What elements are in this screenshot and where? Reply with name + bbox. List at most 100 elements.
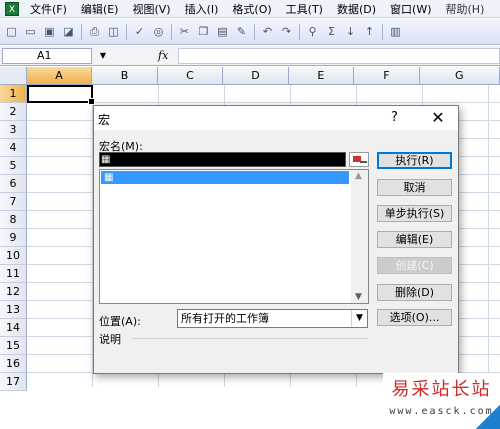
- scroll-up-icon[interactable]: ▲: [355, 171, 362, 181]
- row-header[interactable]: 4: [0, 139, 27, 157]
- menu-help[interactable]: 帮助(H): [439, 1, 492, 17]
- options-button[interactable]: 选项(O)...: [377, 309, 452, 326]
- cancel-button[interactable]: 取消: [377, 179, 452, 196]
- select-all-corner[interactable]: [0, 67, 27, 85]
- macro-list[interactable]: ▦ ▲ ▼: [99, 169, 369, 304]
- help-icon[interactable]: ?: [391, 110, 398, 125]
- hyperlink-icon[interactable]: ⚲: [304, 23, 321, 40]
- paste-icon[interactable]: ▤: [214, 23, 231, 40]
- sort-descending-icon[interactable]: ↑: [361, 23, 378, 40]
- row-header[interactable]: 15: [0, 337, 27, 355]
- menu-insert[interactable]: 插入(I): [178, 1, 226, 17]
- row-header[interactable]: 7: [0, 193, 27, 211]
- watermark-corner-accent: [468, 400, 500, 429]
- open-folder-icon[interactable]: ▭: [22, 23, 39, 40]
- active-cell-a1[interactable]: [27, 85, 95, 105]
- column-headers: A B C D E F G: [0, 67, 500, 85]
- row-header[interactable]: 13: [0, 301, 27, 319]
- row-header[interactable]: 8: [0, 211, 27, 229]
- column-header-e[interactable]: E: [288, 67, 355, 85]
- insert-function-icon[interactable]: fx: [158, 49, 168, 62]
- row-header[interactable]: 5: [0, 157, 27, 175]
- formula-input[interactable]: [178, 47, 500, 64]
- name-box[interactable]: A1: [2, 47, 92, 64]
- save-icon[interactable]: ▣: [41, 23, 58, 40]
- description-divider: [132, 338, 368, 339]
- excel-app-icon[interactable]: X: [5, 1, 19, 16]
- copy-icon[interactable]: ❐: [195, 23, 212, 40]
- menu-tools[interactable]: 工具(T): [279, 1, 330, 17]
- row-headers: 1 2 3 4 5 6 7 8 9 10 11 12 13 14 15 16 1…: [0, 85, 27, 391]
- spelling-icon[interactable]: ✓: [131, 23, 148, 40]
- toolbar-separator: [254, 23, 255, 40]
- row-header[interactable]: 1: [0, 85, 27, 103]
- row-header[interactable]: 9: [0, 229, 27, 247]
- menu-window[interactable]: 窗口(W): [383, 1, 438, 17]
- list-item[interactable]: ▦: [101, 171, 349, 184]
- close-icon[interactable]: ✕: [428, 108, 448, 127]
- create-button[interactable]: 创建(C): [377, 257, 452, 274]
- row-header[interactable]: 2: [0, 103, 27, 121]
- toolbar-separator: [81, 23, 82, 40]
- menu-edit[interactable]: 编辑(E): [74, 1, 126, 17]
- new-document-icon[interactable]: □: [3, 23, 20, 40]
- list-scrollbar[interactable]: ▲ ▼: [351, 170, 368, 303]
- dialog-title: 宏: [98, 113, 111, 127]
- format-painter-icon[interactable]: ✎: [233, 23, 250, 40]
- chart-wizard-icon[interactable]: ▥: [387, 23, 404, 40]
- row-header[interactable]: 6: [0, 175, 27, 193]
- column-header-b[interactable]: B: [92, 67, 158, 85]
- watermark-title: 易采站长站: [391, 379, 492, 400]
- row-header[interactable]: 3: [0, 121, 27, 139]
- row-header[interactable]: 11: [0, 265, 27, 283]
- step-into-button[interactable]: 单步执行(S): [377, 205, 452, 222]
- macros-in-select[interactable]: 所有打开的工作簿 ▼: [177, 309, 368, 328]
- macro-module-icon: ▦: [101, 154, 111, 165]
- macro-module-icon: ▦: [104, 172, 114, 183]
- research-icon[interactable]: ◎: [150, 23, 167, 40]
- cut-icon[interactable]: ✂: [176, 23, 193, 40]
- column-header-g[interactable]: G: [419, 67, 500, 85]
- toolbar-separator: [171, 23, 172, 40]
- collapse-arrow-icon: [360, 161, 367, 165]
- column-header-f[interactable]: F: [354, 67, 420, 85]
- column-header-c[interactable]: C: [157, 67, 224, 85]
- location-label: 位置(A):: [99, 315, 141, 328]
- dialog-titlebar[interactable]: 宏 ? ✕: [94, 106, 458, 130]
- chevron-down-icon[interactable]: ▼: [351, 310, 367, 327]
- print-preview-icon[interactable]: ◫: [105, 23, 122, 40]
- name-box-dropdown-icon[interactable]: ▼: [96, 51, 110, 60]
- toolbar-separator: [126, 23, 127, 40]
- delete-button[interactable]: 删除(D): [377, 284, 452, 301]
- menu-file[interactable]: 文件(F): [23, 1, 74, 17]
- macro-dialog: 宏 ? ✕ 宏名(M): ▦ ▦ ▲ ▼ 执行(R) 取消 单步执行(S) 编辑…: [93, 105, 459, 374]
- row-header[interactable]: 10: [0, 247, 27, 265]
- row-header[interactable]: 14: [0, 319, 27, 337]
- scroll-down-icon[interactable]: ▼: [355, 292, 362, 302]
- macro-name-input[interactable]: ▦: [99, 152, 346, 167]
- collapse-dialog-icon[interactable]: [349, 152, 369, 167]
- menu-data[interactable]: 数据(D): [330, 1, 383, 17]
- row-header[interactable]: 17: [0, 373, 27, 391]
- description-label: 说明: [99, 333, 121, 346]
- run-button[interactable]: 执行(R): [377, 152, 452, 169]
- undo-icon[interactable]: ↶: [259, 23, 276, 40]
- print-icon[interactable]: ⎙: [86, 23, 103, 40]
- column-header-d[interactable]: D: [223, 67, 289, 85]
- autosum-icon[interactable]: Σ: [323, 23, 340, 40]
- toolbar-separator: [382, 23, 383, 40]
- sort-ascending-icon[interactable]: ↓: [342, 23, 359, 40]
- formula-bar: A1 ▼ fx: [0, 46, 500, 66]
- macros-in-value: 所有打开的工作簿: [181, 312, 269, 325]
- permission-icon[interactable]: ◪: [60, 23, 77, 40]
- column-header-a[interactable]: A: [26, 67, 93, 85]
- menu-format[interactable]: 格式(O): [225, 1, 278, 17]
- row-header[interactable]: 12: [0, 283, 27, 301]
- menu-view[interactable]: 视图(V): [125, 1, 177, 17]
- row-header[interactable]: 16: [0, 355, 27, 373]
- toolbar-separator: [299, 23, 300, 40]
- edit-button[interactable]: 编辑(E): [377, 231, 452, 248]
- menu-bar: X 文件(F) 编辑(E) 视图(V) 插入(I) 格式(O) 工具(T) 数据…: [0, 0, 500, 18]
- standard-toolbar: □ ▭ ▣ ◪ ⎙ ◫ ✓ ◎ ✂ ❐ ▤ ✎ ↶ ↷ ⚲ Σ ↓ ↑ ▥: [0, 19, 500, 45]
- redo-icon[interactable]: ↷: [278, 23, 295, 40]
